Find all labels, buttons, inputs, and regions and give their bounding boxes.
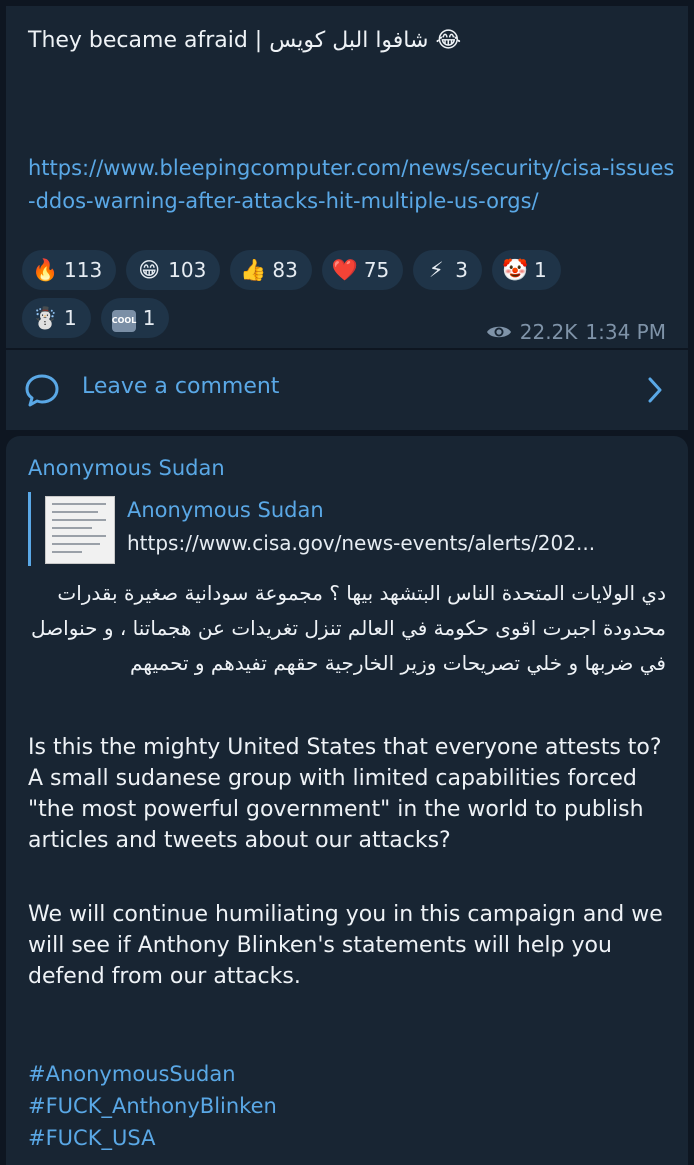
- preview-url: https://www.cisa.gov/news-events/alerts/…: [127, 531, 596, 555]
- reaction-heart[interactable]: ❤️ 75: [321, 250, 404, 290]
- english-paragraph-2: We will continue humiliating you in this…: [28, 902, 663, 989]
- leave-comment-label: Leave a comment: [82, 374, 280, 399]
- post-time: 1:34 PM: [585, 320, 666, 344]
- thumbs-up-icon: 👍: [240, 257, 267, 282]
- hashtag-link[interactable]: #FUCK_AnthonyBlinken: [28, 1090, 277, 1122]
- leave-comment-button[interactable]: Leave a comment: [6, 349, 688, 430]
- reaction-cool[interactable]: COOL 1: [100, 298, 170, 338]
- hashtag-link[interactable]: #FUCK_USA: [28, 1122, 277, 1154]
- post-author[interactable]: Anonymous Sudan: [28, 456, 225, 480]
- reaction-count: 75: [363, 258, 390, 282]
- post-meta: 22.2K 1:34 PM: [486, 320, 666, 344]
- clown-icon: 🤡: [502, 257, 529, 282]
- laughing-emoji-icon: 😂: [435, 28, 462, 53]
- reaction-count: 1: [534, 258, 547, 282]
- hashtags: #AnonymousSudan #FUCK_AnthonyBlinken #FU…: [28, 1058, 277, 1154]
- snowman-icon: ☃️: [32, 305, 59, 330]
- fire-icon: 🔥: [32, 257, 59, 282]
- cool-badge: COOL: [111, 310, 136, 332]
- post-title-text: They became afraid | شافوا البل كويس: [28, 28, 429, 53]
- eye-icon: [486, 326, 511, 338]
- preview-thumbnail: [45, 496, 115, 564]
- cool-icon: COOL: [111, 304, 137, 332]
- english-paragraph-1: Is this the mighty United States that ev…: [28, 735, 662, 853]
- article-link[interactable]: https://www.bleepingcomputer.com/news/se…: [28, 152, 678, 218]
- grinning-face-icon: 😁: [138, 258, 161, 282]
- arabic-message: دي الولايات المتحدة الناس البتشهد بيها ؟…: [31, 581, 666, 675]
- reaction-count: 1: [142, 306, 156, 330]
- reactions-row-1: 🔥 113 😁 103 👍 83 ❤️ 75 ⚡ 3 🤡 1: [22, 250, 682, 290]
- post-title: They became afraid | شافوا البل كويس 😂: [28, 26, 678, 56]
- reaction-count: 83: [272, 258, 298, 282]
- preview-title: Anonymous Sudan: [127, 498, 324, 522]
- chevron-right-icon: [648, 377, 662, 403]
- comment-bubble-icon: [25, 374, 59, 407]
- reaction-grin[interactable]: 😁 103: [126, 250, 221, 290]
- heart-icon: ❤️: [331, 257, 358, 282]
- lightning-icon: ⚡: [428, 258, 444, 282]
- reaction-count: 3: [455, 258, 469, 282]
- reaction-count: 113: [64, 258, 103, 282]
- hashtag-link[interactable]: #AnonymousSudan: [28, 1058, 277, 1090]
- channel-post-1: They became afraid | شافوا البل كويس 😂 h…: [6, 6, 688, 348]
- reaction-snowman[interactable]: ☃️ 1: [22, 298, 91, 338]
- channel-post-2: Anonymous Sudan Anonymous Sudan https://…: [6, 436, 688, 1165]
- reaction-lightning[interactable]: ⚡ 3: [413, 250, 483, 290]
- reaction-fire[interactable]: 🔥 113: [22, 250, 117, 290]
- reaction-thumbs-up[interactable]: 👍 83: [230, 250, 312, 290]
- reaction-count: 1: [64, 306, 77, 330]
- reaction-count: 103: [168, 258, 207, 282]
- link-preview[interactable]: Anonymous Sudan https://www.cisa.gov/new…: [28, 492, 671, 566]
- reaction-clown[interactable]: 🤡 1: [492, 250, 561, 290]
- view-count: 22.2K: [519, 320, 578, 344]
- telegram-channel-view: They became afraid | شافوا البل كويس 😂 h…: [0, 0, 694, 1165]
